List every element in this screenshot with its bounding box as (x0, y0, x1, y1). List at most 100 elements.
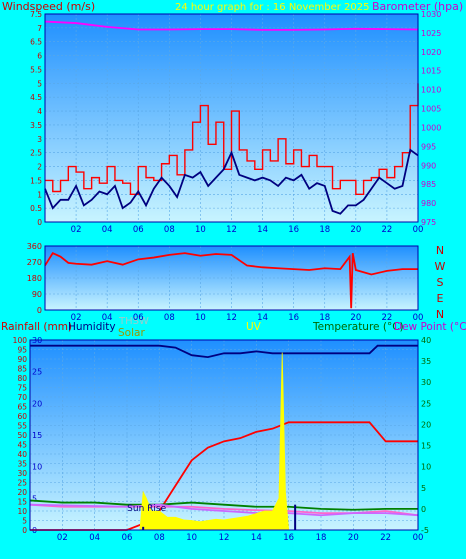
direction-panel-x-tick-label: 18 (319, 313, 330, 323)
direction-panel-x-tick-label: 04 (102, 313, 113, 323)
rain-panel-y-left-tick: 85 (17, 365, 27, 374)
rain-panel-y-left-tick: 70 (17, 393, 27, 402)
direction-panel-compass-label: W (435, 260, 446, 273)
wind-panel-x-tick-label: 12 (226, 225, 237, 235)
rain-panel-y-left-tick: 35 (17, 460, 27, 469)
rain-panel-y-right-tick: 10 (421, 463, 431, 472)
wind-panel-x-tick-label: 08 (164, 225, 175, 235)
direction-panel-y-left-tick: 360 (27, 242, 42, 251)
wind-panel-x-tick-label: 16 (288, 225, 299, 235)
wind-panel-x-tick-label: 20 (350, 225, 361, 235)
wind-panel-y-right-tick: 1000 (421, 123, 441, 132)
wind-panel-y-left-tick: 7 (37, 24, 42, 33)
wind-panel-y-left-tick: 2.5 (30, 149, 42, 158)
rain-panel-y-right-tick: -5 (421, 526, 429, 535)
wind-panel-y-right-tick: 1030 (421, 10, 441, 19)
wind-panel-y-right-tick: 1015 (421, 67, 441, 76)
wind-panel-y-left-tick: 2 (37, 163, 42, 172)
wind-panel-y-left-tick: 4 (37, 107, 42, 116)
direction-panel-x-tick-label: 00 (413, 313, 424, 323)
wind-panel-x-tick-label: 06 (133, 225, 144, 235)
rain-panel-y-left-tick: 100 (13, 336, 28, 345)
wind-panel-y-left-tick: 1 (37, 190, 42, 199)
rain-panel-x-tick-label: 16 (283, 533, 294, 543)
wind-panel-y-right-tick: 990 (421, 161, 436, 170)
rain-panel-x-tick-label: 02 (57, 533, 68, 543)
rain-panel-y-right-tick: 5 (421, 484, 426, 493)
rain-panel-x-tick-label: 22 (380, 533, 391, 543)
rain-panel-x-tick-label: 20 (348, 533, 359, 543)
direction-panel-x-tick-label: 08 (164, 313, 175, 323)
rain-panel-y-left-tick: 30 (17, 469, 27, 478)
rain-panel-y-mid-tick: 25 (32, 368, 42, 377)
wind-panel-y-right-tick: 985 (421, 180, 436, 189)
sunrise-label: Sun Rise (127, 504, 166, 514)
rain-panel-y-left-tick: 20 (17, 488, 27, 497)
wind-panel-y-left-tick: 4.5 (30, 93, 42, 102)
rain-panel-x-tick-label: 12 (219, 533, 230, 543)
direction-panel-x-tick-label: 06 (133, 313, 144, 323)
wind-panel-y-right-tick: 975 (421, 218, 436, 227)
rain-panel-y-right-tick: 15 (421, 442, 431, 451)
direction-panel-x-tick-label: 12 (226, 313, 237, 323)
wind-panel-y-right-tick: 1010 (421, 86, 441, 95)
direction-panel-y-left-tick: 270 (27, 258, 42, 267)
direction-panel-y-left-tick: 0 (37, 306, 42, 315)
graph-title: 24 hour graph for : 16 November 2025 (175, 2, 369, 13)
direction-panel-compass-label: N (436, 244, 444, 257)
direction-panel-x-tick-label: 20 (350, 313, 361, 323)
wind-panel-y-left-tick: 1.5 (30, 176, 42, 185)
rain-panel-y-left-tick: 55 (17, 422, 27, 431)
wind-panel-y-left-tick: 3 (37, 135, 42, 144)
rain-panel-y-right-tick: 25 (421, 399, 431, 408)
rain-panel-y-mid-tick: 20 (32, 399, 42, 408)
wind-panel-y-left-tick: 6.5 (30, 38, 42, 47)
rain-panel-x-tick-label: 04 (89, 533, 100, 543)
direction-panel-x-tick-label: 10 (195, 313, 206, 323)
wind-panel-y-left-tick: 5.5 (30, 65, 42, 74)
direction-panel-compass-label: S (437, 276, 444, 289)
rain-panel-x-tick-label: 10 (186, 533, 197, 543)
rain-panel-y-left-tick: 10 (17, 507, 27, 516)
direction-panel-compass-label: N (436, 308, 444, 321)
rain-panel-y-mid-tick: 5 (32, 494, 37, 503)
rain-panel-y-right-tick: 30 (421, 378, 431, 387)
rain-panel-y-mid-tick: 15 (32, 431, 42, 440)
rain-panel-y-left-tick: 15 (17, 498, 27, 507)
direction-panel-y-left-tick: 90 (32, 290, 42, 299)
wind-panel-y-left-tick: 5 (37, 79, 42, 88)
wind-panel-y-right-tick: 980 (421, 199, 436, 208)
rain-panel-y-left-tick: 65 (17, 403, 27, 412)
rain-panel-y-left-tick: 90 (17, 355, 27, 364)
rain-panel-y-right-tick: 40 (421, 336, 431, 345)
rain-panel-x-tick-label: 14 (251, 533, 262, 543)
wind-panel-y-left-tick: 0 (37, 218, 42, 227)
rain-panel-y-right-tick: 0 (421, 505, 426, 514)
wind-panel-x-tick-label: 04 (102, 225, 113, 235)
panels-group: 02 04 06 08 10 12 14 16 18 20 22 0000.511.522.533.5… (13, 10, 446, 543)
wind-panel-x-tick-label: 10 (195, 225, 206, 235)
wind-panel-x-tick-label: 18 (319, 225, 330, 235)
direction-panel-x-tick-label: 02 (71, 313, 82, 323)
direction-panel-x-tick-label: 22 (382, 313, 393, 323)
wind-panel-y-left-tick: 7.5 (30, 10, 42, 19)
dewpoint-label: Dew Point (°C) (394, 321, 466, 333)
rain-panel-y-left-tick: 95 (17, 346, 27, 355)
direction-panel-y-left-tick: 180 (27, 274, 42, 283)
rain-panel-y-mid-tick: 10 (32, 463, 42, 472)
direction-panel-x-tick-label: 14 (257, 313, 268, 323)
wind-panel-x-tick-label: 02 (71, 225, 82, 235)
graph-page: Windspeed (m/s) 24 hour graph for : 16 N… (0, 0, 466, 555)
rain-panel-y-left-tick: 60 (17, 412, 27, 421)
wind-panel-y-left-tick: 0.5 (30, 204, 42, 213)
wind-panel-y-right-tick: 995 (421, 142, 436, 151)
rain-panel-y-left-tick: 45 (17, 441, 27, 450)
rain-panel-y-left-tick: 40 (17, 450, 27, 459)
solar-label: Solar (118, 327, 145, 339)
rain-panel-y-left-tick: 25 (17, 479, 27, 488)
rain-panel-y-left-tick: 75 (17, 384, 27, 393)
direction-panel-x-tick-label: 16 (288, 313, 299, 323)
charts-svg: Windspeed (m/s) 24 hour graph for : 16 N… (1, 0, 466, 543)
rain-panel-x-tick-label: 08 (154, 533, 165, 543)
wind-panel-y-right-tick: 1020 (421, 48, 441, 57)
